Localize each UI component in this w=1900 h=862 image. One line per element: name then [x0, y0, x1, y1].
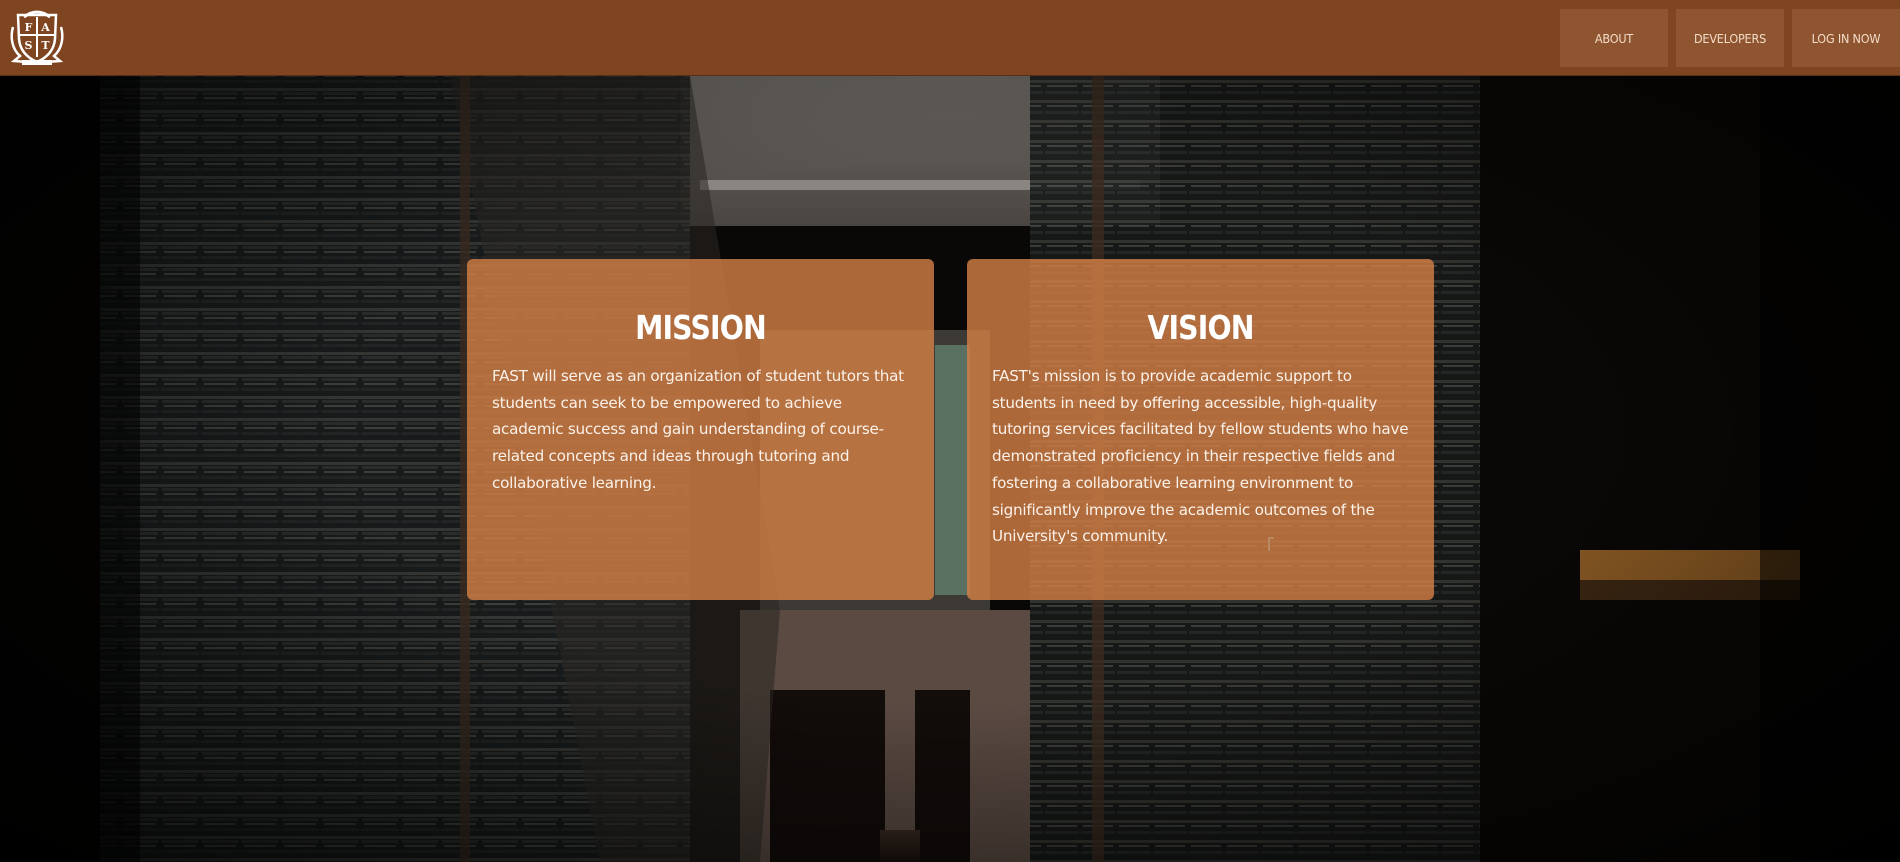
background-image: [0, 0, 1900, 862]
svg-text:T: T: [41, 39, 50, 52]
nav-developers-button[interactable]: DEVELOPERS: [1676, 9, 1784, 67]
mission-text: FAST will serve as an organization of st…: [492, 367, 904, 492]
nav-about-button[interactable]: ABOUT: [1560, 9, 1668, 67]
svg-text:F: F: [25, 21, 33, 34]
text-cursor-icon: [1268, 537, 1274, 551]
vision-card: VISION FAST's mission is to provide acad…: [967, 259, 1434, 600]
nav-login-button[interactable]: LOG IN NOW: [1792, 9, 1900, 67]
page: F A S T ABOUT DEVELOPERS LOG IN NOW MISS…: [0, 0, 1900, 862]
mission-card: MISSION FAST will serve as an organizati…: [467, 259, 934, 600]
main-nav: ABOUT DEVELOPERS LOG IN NOW: [1560, 9, 1900, 67]
vision-title: VISION: [1147, 308, 1254, 347]
vision-text: FAST's mission is to provide academic su…: [992, 367, 1409, 546]
mission-title: MISSION: [635, 308, 767, 347]
site-header: F A S T ABOUT DEVELOPERS LOG IN NOW: [0, 0, 1900, 76]
svg-text:S: S: [25, 39, 33, 52]
svg-text:A: A: [40, 21, 50, 34]
fast-logo[interactable]: F A S T: [8, 9, 66, 67]
